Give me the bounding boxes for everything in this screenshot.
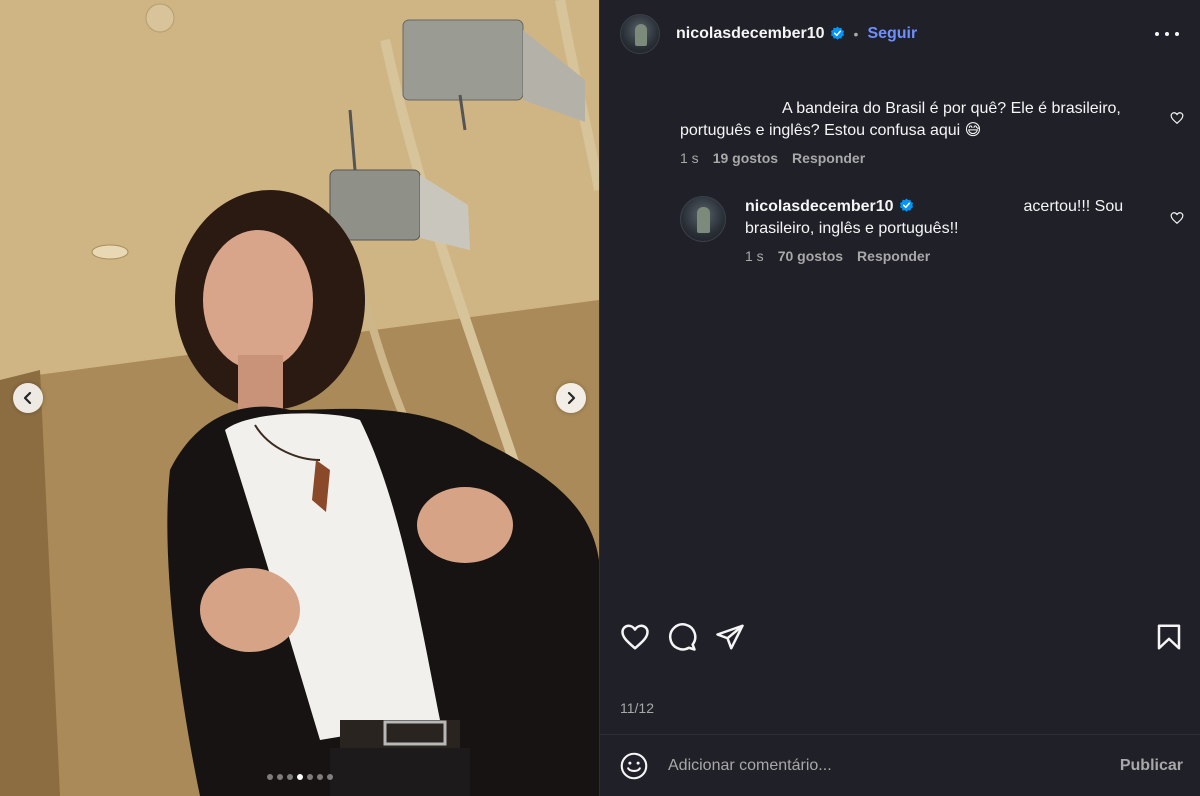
comment-icon[interactable] xyxy=(667,622,697,652)
carousel-counter: 11/12 xyxy=(620,700,654,716)
post-viewer: nicolasdecember10 • Seguir A bandeira do… xyxy=(0,0,1200,796)
comment-input[interactable] xyxy=(668,756,1120,775)
header-separator: • xyxy=(853,25,859,42)
follow-button[interactable]: Seguir xyxy=(867,25,917,43)
like-comment-heart-icon[interactable] xyxy=(1170,111,1184,125)
post-header: nicolasdecember10 • Seguir xyxy=(600,0,1200,68)
author-avatar[interactable] xyxy=(620,13,660,54)
verified-badge-icon xyxy=(830,26,844,40)
comment-composer: Publicar xyxy=(600,735,1200,796)
like-reply-heart-icon[interactable] xyxy=(1170,211,1184,225)
comment-text: A bandeira do Brasil é por quê? Ele é br… xyxy=(680,100,1121,139)
emoji-icon[interactable] xyxy=(620,752,648,780)
post-actions xyxy=(620,622,1181,654)
author-username[interactable]: nicolasdecember10 xyxy=(676,25,825,43)
chevron-left-icon xyxy=(23,391,32,405)
post-side-panel: nicolasdecember10 • Seguir A bandeira do… xyxy=(599,0,1200,796)
reply-text: nicolasdecember10 acertou!!! Sou brasile… xyxy=(745,196,1150,240)
carousel-dot xyxy=(266,774,273,780)
publish-button[interactable]: Publicar xyxy=(1120,757,1183,775)
comment-likes[interactable]: 19 gostos xyxy=(713,150,778,166)
reply-username[interactable]: nicolasdecember10 xyxy=(745,198,894,215)
post-media xyxy=(0,0,599,796)
reply-meta: 1 s 70 gostos Responder xyxy=(745,248,1150,264)
comments-list: A bandeira do Brasil é por quê? Ele é br… xyxy=(600,68,1200,598)
post-photo xyxy=(0,0,599,796)
heart-icon[interactable] xyxy=(620,622,650,652)
chevron-right-icon xyxy=(567,391,576,405)
reply-body: nicolasdecember10 acertou!!! Sou brasile… xyxy=(745,196,1150,264)
reply-author-avatar[interactable] xyxy=(680,196,726,242)
comment-meta: 1 s 19 gostos Responder xyxy=(680,150,1150,166)
carousel-indicator xyxy=(0,774,599,780)
reply-time: 1 s xyxy=(745,248,764,264)
reply-likes[interactable]: 70 gostos xyxy=(778,248,843,264)
carousel-dot xyxy=(306,774,313,780)
carousel-dot xyxy=(326,774,333,780)
comment-time: 1 s xyxy=(680,150,699,166)
reply-item: nicolasdecember10 acertou!!! Sou brasile… xyxy=(680,196,1170,264)
bookmark-icon[interactable] xyxy=(1154,622,1184,652)
carousel-dot xyxy=(316,774,323,780)
reply-button[interactable]: Responder xyxy=(857,248,930,264)
carousel-dot xyxy=(286,774,293,780)
more-options-icon[interactable] xyxy=(1155,24,1179,44)
next-photo-button[interactable] xyxy=(556,383,586,413)
previous-photo-button[interactable] xyxy=(13,383,43,413)
comment-item: A bandeira do Brasil é por quê? Ele é br… xyxy=(680,98,1150,166)
reply-button[interactable]: Responder xyxy=(792,150,865,166)
carousel-dot xyxy=(296,774,303,780)
carousel-dot xyxy=(276,774,283,780)
verified-badge-icon xyxy=(899,198,913,212)
share-icon[interactable] xyxy=(715,622,745,652)
